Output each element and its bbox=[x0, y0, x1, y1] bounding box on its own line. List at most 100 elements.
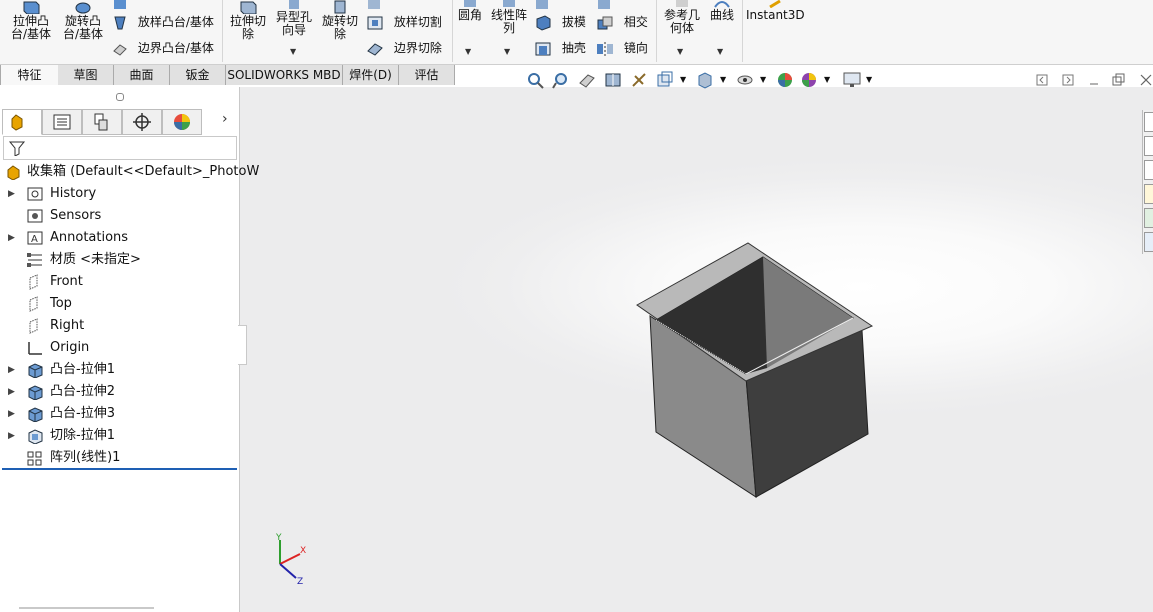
expand-arrow-icon[interactable]: ▶ bbox=[8, 359, 15, 381]
hide-show-items-icon[interactable] bbox=[736, 71, 754, 89]
tree-item[interactable]: Top bbox=[0, 293, 237, 315]
expand-arrow-icon[interactable]: ▶ bbox=[8, 227, 15, 249]
tree-item[interactable]: 阵列(线性)1 bbox=[0, 447, 237, 469]
restore-icon[interactable] bbox=[1112, 73, 1126, 87]
tab-configurationmanager[interactable] bbox=[82, 109, 122, 135]
coordinate-triad: Y X Z bbox=[275, 533, 306, 587]
instant3d-button[interactable]: Instant3D bbox=[746, 0, 805, 22]
tree-item[interactable]: Origin bbox=[0, 337, 237, 359]
panel-tabs-scroll-right[interactable]: › bbox=[222, 111, 228, 127]
tree-item[interactable]: 材质 <未指定> bbox=[0, 249, 237, 271]
sweep-boss-button[interactable] bbox=[112, 0, 134, 13]
tab-solidworks-mbd[interactable]: SOLIDWORKS MBD bbox=[226, 65, 343, 85]
task-pane-file-explorer-icon[interactable] bbox=[1144, 184, 1153, 204]
panel-resize-handle[interactable] bbox=[238, 325, 247, 365]
zoom-to-fit-icon[interactable] bbox=[526, 71, 544, 89]
tree-item[interactable]: ▶ 凸台-拉伸1 bbox=[0, 359, 237, 381]
tree-item[interactable]: Sensors bbox=[0, 205, 237, 227]
hole-wizard-dropdown-caret[interactable]: ▼ bbox=[290, 45, 296, 58]
minimize-icon[interactable] bbox=[1088, 74, 1100, 86]
boundary-cut-icon bbox=[367, 42, 383, 56]
edit-appearance-icon[interactable] bbox=[776, 71, 794, 89]
apply-scene-icon[interactable] bbox=[800, 71, 818, 89]
rollback-bar[interactable] bbox=[2, 468, 237, 470]
tab-evaluate[interactable]: 评估 bbox=[399, 65, 455, 85]
apply-scene-caret[interactable]: ▼ bbox=[824, 75, 830, 84]
zoom-to-area-icon[interactable] bbox=[552, 71, 570, 89]
window-tile-left-icon[interactable] bbox=[1036, 74, 1048, 86]
boundary-cut-button[interactable]: 边界切除 bbox=[366, 39, 442, 57]
revolve-boss-button[interactable]: 旋转凸 台/基体 bbox=[58, 0, 108, 41]
expand-arrow-icon[interactable]: ▶ bbox=[8, 183, 15, 205]
dynamic-annotation-view-icon[interactable] bbox=[630, 71, 648, 89]
loft-cut-button[interactable]: 放样切割 bbox=[366, 13, 442, 31]
hide-show-caret[interactable]: ▼ bbox=[760, 75, 766, 84]
intersect-button[interactable]: 相交 bbox=[596, 13, 648, 31]
extrude-boss-button[interactable]: 拉伸凸 台/基体 bbox=[6, 0, 56, 41]
fillet-dropdown-caret[interactable]: ▼ bbox=[465, 45, 471, 58]
close-icon[interactable] bbox=[1139, 73, 1153, 87]
tab-surfaces[interactable]: 曲面 bbox=[114, 65, 170, 85]
wrap-button[interactable] bbox=[596, 0, 618, 13]
reference-geometry-dropdown-caret[interactable]: ▼ bbox=[677, 45, 683, 58]
tab-propertymanager[interactable] bbox=[42, 109, 82, 135]
expand-arrow-icon[interactable]: ▶ bbox=[8, 425, 15, 447]
tree-filter-field[interactable] bbox=[3, 136, 237, 160]
task-pane-design-library-icon[interactable] bbox=[1144, 160, 1153, 180]
expand-arrow-icon[interactable]: ▶ bbox=[8, 381, 15, 403]
extrude-cut-button[interactable]: 拉伸切 除 bbox=[226, 0, 270, 41]
tab-featuremanager[interactable] bbox=[2, 109, 42, 135]
view-settings-caret[interactable]: ▼ bbox=[866, 75, 872, 84]
tree-root-part[interactable]: 收集箱 (Default<<Default>_PhotoW bbox=[0, 161, 259, 183]
reference-geometry-button[interactable]: 参考几 何体 ▼ bbox=[660, 0, 704, 56]
tree-item[interactable]: Right bbox=[0, 315, 237, 337]
curves-dropdown-caret[interactable]: ▼ bbox=[717, 45, 723, 58]
window-tile-right-icon[interactable] bbox=[1062, 74, 1074, 86]
panel-bottom-scrollbar[interactable] bbox=[19, 607, 154, 609]
hole-wizard-button[interactable]: 异型孔 向导 ▼ bbox=[272, 0, 316, 56]
tab-weldments[interactable]: 焊件(D) bbox=[343, 65, 399, 85]
tab-dimxpertmanager[interactable] bbox=[122, 109, 162, 135]
task-pane-resources-icon[interactable] bbox=[1144, 136, 1153, 156]
tab-features[interactable]: 特征 bbox=[0, 65, 59, 85]
section-view-icon[interactable] bbox=[604, 71, 622, 89]
tree-item[interactable]: ▶ History bbox=[0, 183, 237, 205]
view-settings-icon[interactable] bbox=[842, 71, 862, 89]
rib-button[interactable] bbox=[534, 0, 556, 13]
shell-button[interactable]: 抽壳 bbox=[534, 39, 586, 57]
revolve-boss-icon bbox=[75, 2, 91, 14]
tree-item[interactable]: ▶ 凸台-拉伸3 bbox=[0, 403, 237, 425]
linear-pattern-button[interactable]: 线性阵 列 ▼ bbox=[488, 0, 530, 56]
view-orientation-icon[interactable] bbox=[656, 71, 674, 89]
draft-button[interactable]: 拔模 bbox=[534, 13, 586, 31]
tree-item[interactable]: ▶ A Annotations bbox=[0, 227, 237, 249]
tab-sheet-metal[interactable]: 钣金 bbox=[170, 65, 226, 85]
revolve-cut-button[interactable]: 旋转切 除 bbox=[318, 0, 362, 41]
boundary-boss-button[interactable]: 边界凸台/基体 bbox=[112, 39, 214, 57]
linear-pattern-dropdown-caret[interactable]: ▼ bbox=[504, 45, 510, 58]
tab-sketch[interactable]: 草图 bbox=[58, 65, 114, 85]
tree-item[interactable]: ▶ 切除-拉伸1 bbox=[0, 425, 237, 447]
fillet-button[interactable]: 圆角 ▼ bbox=[454, 0, 486, 56]
task-pane-custom-properties-icon[interactable] bbox=[1144, 232, 1153, 252]
task-pane-appearances-icon[interactable] bbox=[1144, 208, 1153, 228]
panel-collapse-handle[interactable] bbox=[116, 93, 124, 101]
curves-button[interactable]: 曲线 ▼ bbox=[706, 0, 738, 56]
part-model-open-box[interactable] bbox=[620, 230, 890, 510]
loft-cut-icon bbox=[367, 16, 383, 29]
task-pane-home-icon[interactable] bbox=[1144, 112, 1153, 132]
mirror-button[interactable]: 镜向 bbox=[596, 39, 648, 57]
previous-view-icon[interactable] bbox=[578, 71, 596, 89]
tab-displaymanager[interactable] bbox=[162, 109, 202, 135]
display-style-icon[interactable] bbox=[696, 71, 714, 89]
display-style-caret[interactable]: ▼ bbox=[720, 75, 726, 84]
loft-boss-button[interactable]: 放样凸台/基体 bbox=[112, 13, 214, 31]
wrap-icon bbox=[598, 0, 610, 9]
hole-wizard-icon bbox=[289, 0, 299, 9]
tree-item[interactable]: Front bbox=[0, 271, 237, 293]
view-orientation-caret[interactable]: ▼ bbox=[680, 75, 686, 84]
expand-arrow-icon[interactable]: ▶ bbox=[8, 403, 15, 425]
rib-icon bbox=[536, 0, 548, 9]
tree-item[interactable]: ▶ 凸台-拉伸2 bbox=[0, 381, 237, 403]
sweep-cut-button[interactable] bbox=[366, 0, 388, 13]
